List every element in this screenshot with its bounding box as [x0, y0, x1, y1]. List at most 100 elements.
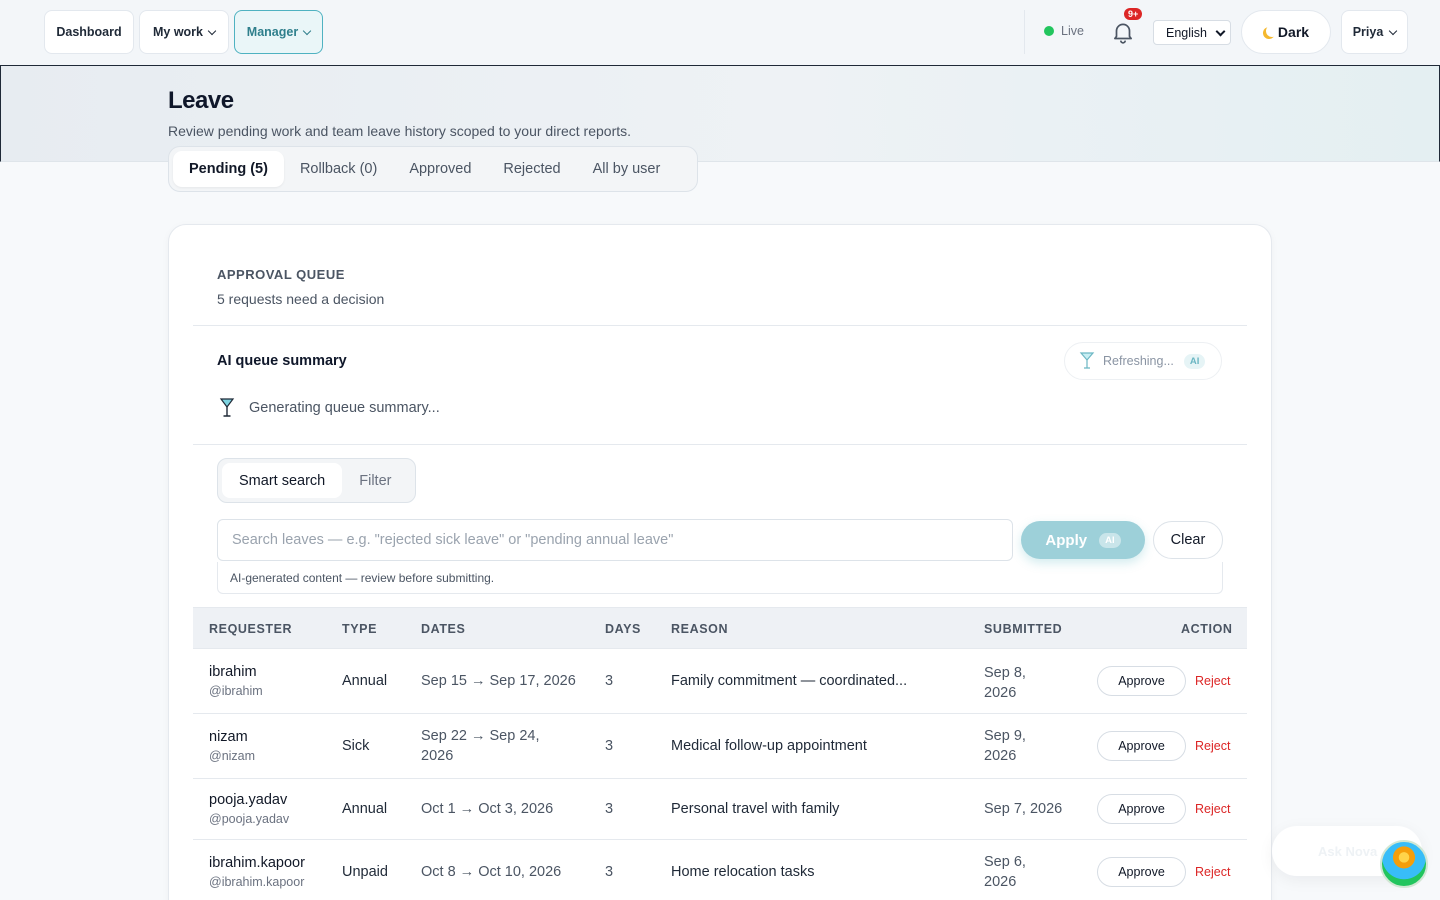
col-action: ACTION [1181, 622, 1233, 636]
requester-name: ibrahim.kapoor [209, 855, 305, 871]
table-header: REQUESTER TYPE DATES DAYS REASON SUBMITT… [193, 607, 1247, 649]
table-row: ibrahim @ibrahim Annual Sep 15 → Sep 17,… [193, 649, 1247, 714]
leave-days: 3 [605, 864, 614, 880]
user-name: Priya [1352, 25, 1384, 39]
live-dot-icon [1044, 26, 1054, 36]
approve-button[interactable]: Approve [1097, 666, 1186, 696]
reject-link[interactable]: Reject [1195, 802, 1230, 816]
ai-disclaimer: AI-generated content — review before sub… [217, 562, 1223, 594]
leave-dates: Oct 1 → Oct 3, 2026 [421, 801, 554, 817]
tab-pending[interactable]: Pending (5) [173, 151, 284, 187]
nav-manager-button[interactable]: Manager [234, 10, 323, 54]
leave-dates: Sep 15 → Sep 17, 2026 [421, 673, 576, 689]
leave-days: 3 [605, 801, 614, 817]
ai-summary-title: AI queue summary [217, 353, 347, 369]
search-mode-toggle: Smart search Filter [217, 458, 416, 503]
apply-button[interactable]: Apply AI [1021, 521, 1145, 559]
refresh-label: Refreshing... [1103, 354, 1174, 368]
moon-icon [1266, 25, 1278, 37]
chevron-down-icon [207, 26, 217, 35]
queue-heading: APPROVAL QUEUE [217, 267, 345, 282]
reject-link[interactable]: Reject [1195, 739, 1230, 753]
divider [193, 325, 1247, 326]
nav-dashboard-label: Dashboard [56, 25, 122, 39]
table-row: ibrahim.kapoor @ibrahim.kapoor Unpaid Oc… [193, 840, 1247, 900]
language-select[interactable]: English [1153, 20, 1231, 45]
user-menu-button[interactable]: Priya [1341, 10, 1408, 54]
requester-name: ibrahim [209, 664, 257, 680]
queue-subheading: 5 requests need a decision [217, 291, 385, 307]
table-row: nizam @nizam Sick Sep 22 → Sep 24, 2026 … [193, 714, 1247, 779]
tab-rollback[interactable]: Rollback (0) [284, 151, 393, 187]
divider [193, 444, 1247, 445]
requester-name: nizam [209, 729, 248, 745]
col-type: TYPE [342, 622, 378, 636]
smart-search-tab[interactable]: Smart search [222, 463, 343, 498]
theme-label: Dark [1277, 24, 1310, 40]
requester-handle: @ibrahim [209, 684, 263, 698]
leave-type: Sick [342, 738, 370, 754]
ai-badge: AI [1099, 532, 1121, 548]
approve-button[interactable]: Approve [1097, 857, 1186, 887]
submitted-date: Sep 6, 2026 [984, 854, 1026, 890]
live-status: Live [1044, 24, 1084, 38]
nav-my-work-label: My work [152, 25, 203, 39]
leave-tabs: Pending (5) Rollback (0) Approved Reject… [168, 146, 698, 192]
notification-badge: 9+ [1124, 8, 1143, 20]
nav-dashboard-button[interactable]: Dashboard [44, 10, 134, 54]
bell-icon[interactable] [1110, 18, 1136, 46]
chevron-down-icon [1389, 26, 1398, 35]
submitted-date: Sep 9, 2026 [984, 728, 1026, 764]
search-input[interactable] [217, 519, 1013, 561]
reject-link[interactable]: Reject [1195, 865, 1230, 879]
leave-reason: Medical follow-up appointment [671, 738, 867, 754]
leave-reason: Personal travel with family [671, 801, 840, 817]
nav-divider [1024, 10, 1025, 54]
page-title: Leave [168, 87, 234, 114]
submitted-date: Sep 7, 2026 [984, 801, 1063, 817]
generating-status: Generating queue summary... [219, 397, 440, 419]
chevron-down-icon [1215, 26, 1226, 36]
reject-link[interactable]: Reject [1195, 674, 1230, 688]
col-reason: REASON [671, 622, 729, 636]
leave-days: 3 [605, 738, 614, 754]
leave-dates: Sep 22 → Sep 24, 2026 [421, 728, 540, 764]
leave-type: Unpaid [342, 864, 388, 880]
approve-button[interactable]: Approve [1097, 794, 1186, 824]
nav-my-work-button[interactable]: My work [139, 10, 229, 54]
clear-button[interactable]: Clear [1153, 521, 1223, 559]
nav-manager-label: Manager [246, 25, 299, 39]
approve-button[interactable]: Approve [1097, 731, 1186, 761]
live-label: Live [1061, 24, 1084, 38]
col-days: DAYS [605, 622, 641, 636]
submitted-date: Sep 8, 2026 [984, 665, 1026, 701]
leave-reason: Family commitment — coordinated... [671, 673, 908, 689]
col-dates: DATES [421, 622, 466, 636]
tab-all-by-user[interactable]: All by user [577, 151, 677, 187]
requester-handle: @pooja.yadav [209, 812, 290, 826]
language-value: English [1166, 25, 1207, 40]
theme-toggle-button[interactable]: Dark [1241, 10, 1331, 54]
cocktail-icon [219, 398, 235, 417]
page-subtitle: Review pending work and team leave histo… [168, 123, 632, 139]
assistant-avatar-icon[interactable] [1380, 840, 1428, 888]
ai-badge: AI [1183, 353, 1206, 369]
leave-dates: Oct 8 → Oct 10, 2026 [421, 864, 562, 880]
generating-text: Generating queue summary... [249, 400, 440, 416]
requester-handle: @ibrahim.kapoor [209, 875, 305, 889]
tab-rejected[interactable]: Rejected [487, 151, 576, 187]
requester-name: pooja.yadav [209, 792, 288, 808]
leave-type: Annual [342, 673, 388, 689]
requester-handle: @nizam [209, 749, 256, 763]
col-submitted: SUBMITTED [984, 622, 1063, 636]
filter-tab[interactable]: Filter [342, 463, 408, 498]
refresh-summary-button[interactable]: Refreshing... AI [1064, 342, 1222, 380]
chevron-down-icon [302, 26, 312, 35]
cocktail-icon [1079, 352, 1095, 369]
tab-approved[interactable]: Approved [393, 151, 487, 187]
leave-type: Annual [342, 801, 388, 817]
apply-label: Apply [1045, 531, 1088, 549]
col-requester: REQUESTER [209, 622, 293, 636]
leave-days: 3 [605, 673, 614, 689]
leave-reason: Home relocation tasks [671, 864, 815, 880]
